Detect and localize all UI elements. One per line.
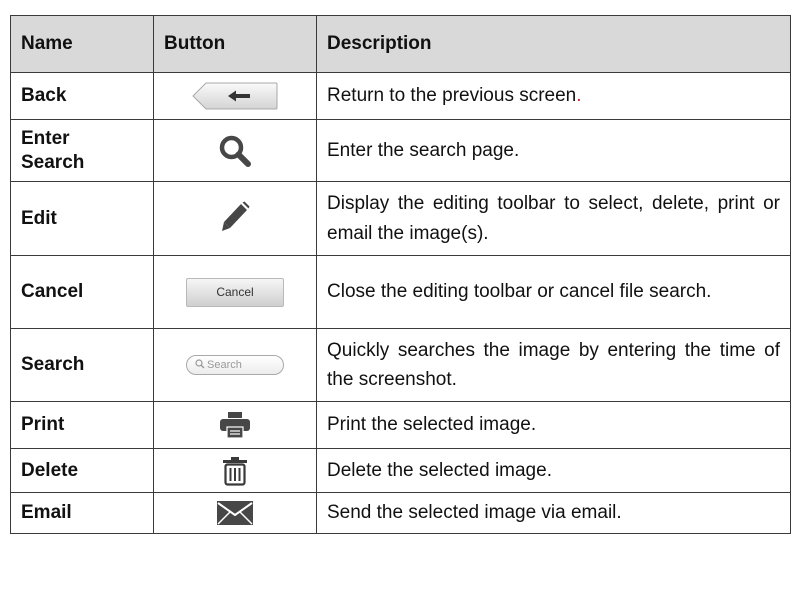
row-button-cell: Search	[153, 328, 317, 402]
header-button: Button	[153, 15, 317, 73]
row-button-cell	[153, 72, 317, 120]
enter-search-button[interactable]	[218, 134, 252, 168]
button-reference-table: Name Button Description Back Return to t…	[10, 15, 791, 534]
search-placeholder: Search	[207, 359, 242, 371]
cancel-button[interactable]: Cancel	[186, 277, 284, 307]
header-name: Name	[10, 15, 154, 73]
header-description: Description	[316, 15, 791, 73]
row-description: Send the selected image via email.	[316, 492, 791, 534]
printer-icon	[220, 412, 250, 439]
row-description: Print the selected image.	[316, 401, 791, 449]
table-header-row: Name Button Description	[10, 15, 791, 73]
row-button-cell	[153, 448, 317, 493]
row-button-cell	[153, 119, 317, 182]
row-name: Back	[10, 72, 154, 120]
table-row: Print Print the selected image.	[10, 401, 791, 449]
row-name: Delete	[10, 448, 154, 493]
row-name: Cancel	[10, 255, 154, 329]
row-description: Return to the previous screen.	[316, 72, 791, 120]
print-button[interactable]	[219, 411, 251, 439]
back-arrow-icon	[192, 82, 278, 110]
row-name: Print	[10, 401, 154, 449]
row-name: Edit	[10, 181, 154, 256]
row-name: Email	[10, 492, 154, 534]
edit-button[interactable]	[219, 201, 251, 237]
table-row: Search Search Quickly searches the image…	[10, 328, 791, 402]
row-description: Enter the search page.	[316, 119, 791, 182]
email-button[interactable]	[216, 500, 254, 526]
table-row: Edit Display the editing toolbar to sele…	[10, 181, 791, 256]
row-name: Enter Search	[10, 119, 154, 182]
table-row: Back Return to the previous screen.	[10, 72, 791, 120]
row-button-cell	[153, 492, 317, 534]
row-description: Delete the selected image.	[316, 448, 791, 493]
row-description: Quickly searches the image by entering t…	[316, 328, 791, 402]
table-row: Delete Delete the selected image.	[10, 448, 791, 493]
search-icon	[195, 358, 205, 372]
description-period: .	[576, 85, 582, 107]
pencil-icon	[222, 201, 250, 231]
row-button-cell: Cancel	[153, 255, 317, 329]
search-input[interactable]: Search	[186, 355, 284, 375]
row-button-cell	[153, 401, 317, 449]
table-row: Email Send the selected image via email.	[10, 492, 791, 534]
table-row: Enter Search Enter the search page.	[10, 119, 791, 182]
table-row: Cancel Cancel Close the editing toolbar …	[10, 255, 791, 329]
row-description: Close the editing toolbar or cancel file…	[316, 255, 791, 329]
row-name: Search	[10, 328, 154, 402]
delete-button[interactable]	[222, 456, 248, 486]
trash-icon	[223, 456, 247, 486]
back-button[interactable]	[192, 82, 278, 110]
row-description: Display the editing toolbar to select, d…	[316, 181, 791, 256]
magnifier-icon	[219, 135, 251, 167]
row-button-cell	[153, 181, 317, 256]
envelope-icon	[217, 501, 253, 525]
